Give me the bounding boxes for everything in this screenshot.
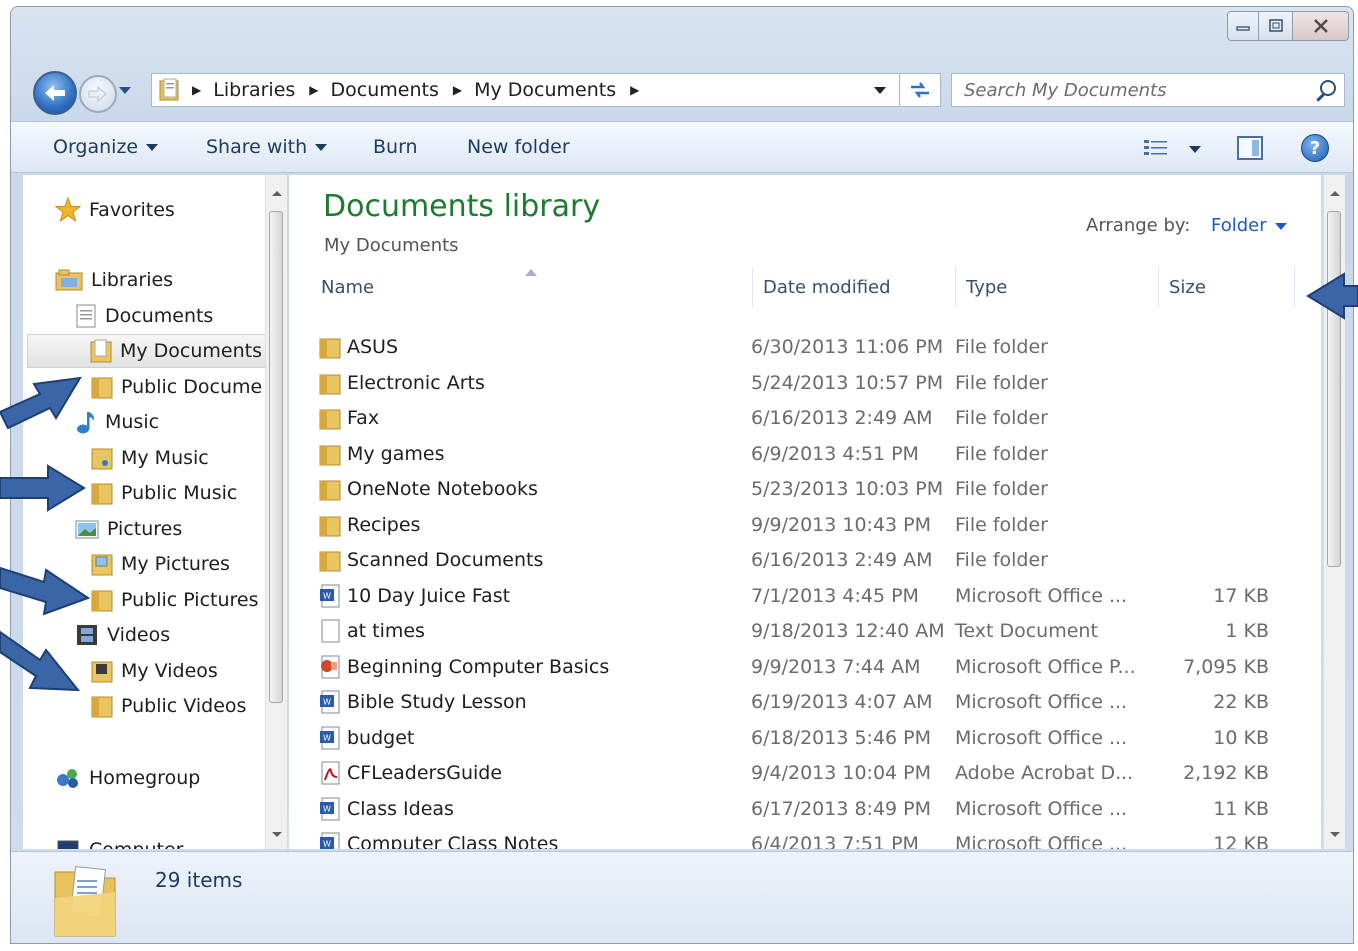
annotation-arrow-size-column — [1306, 272, 1358, 320]
annotation-arrow-public-documents — [0, 376, 82, 430]
annotation-arrow-public-music — [0, 464, 86, 512]
annotation-arrow-public-pictures — [0, 566, 91, 616]
annotation-arrow-public-videos — [0, 630, 81, 692]
annotation-arrows — [0, 272, 1358, 692]
